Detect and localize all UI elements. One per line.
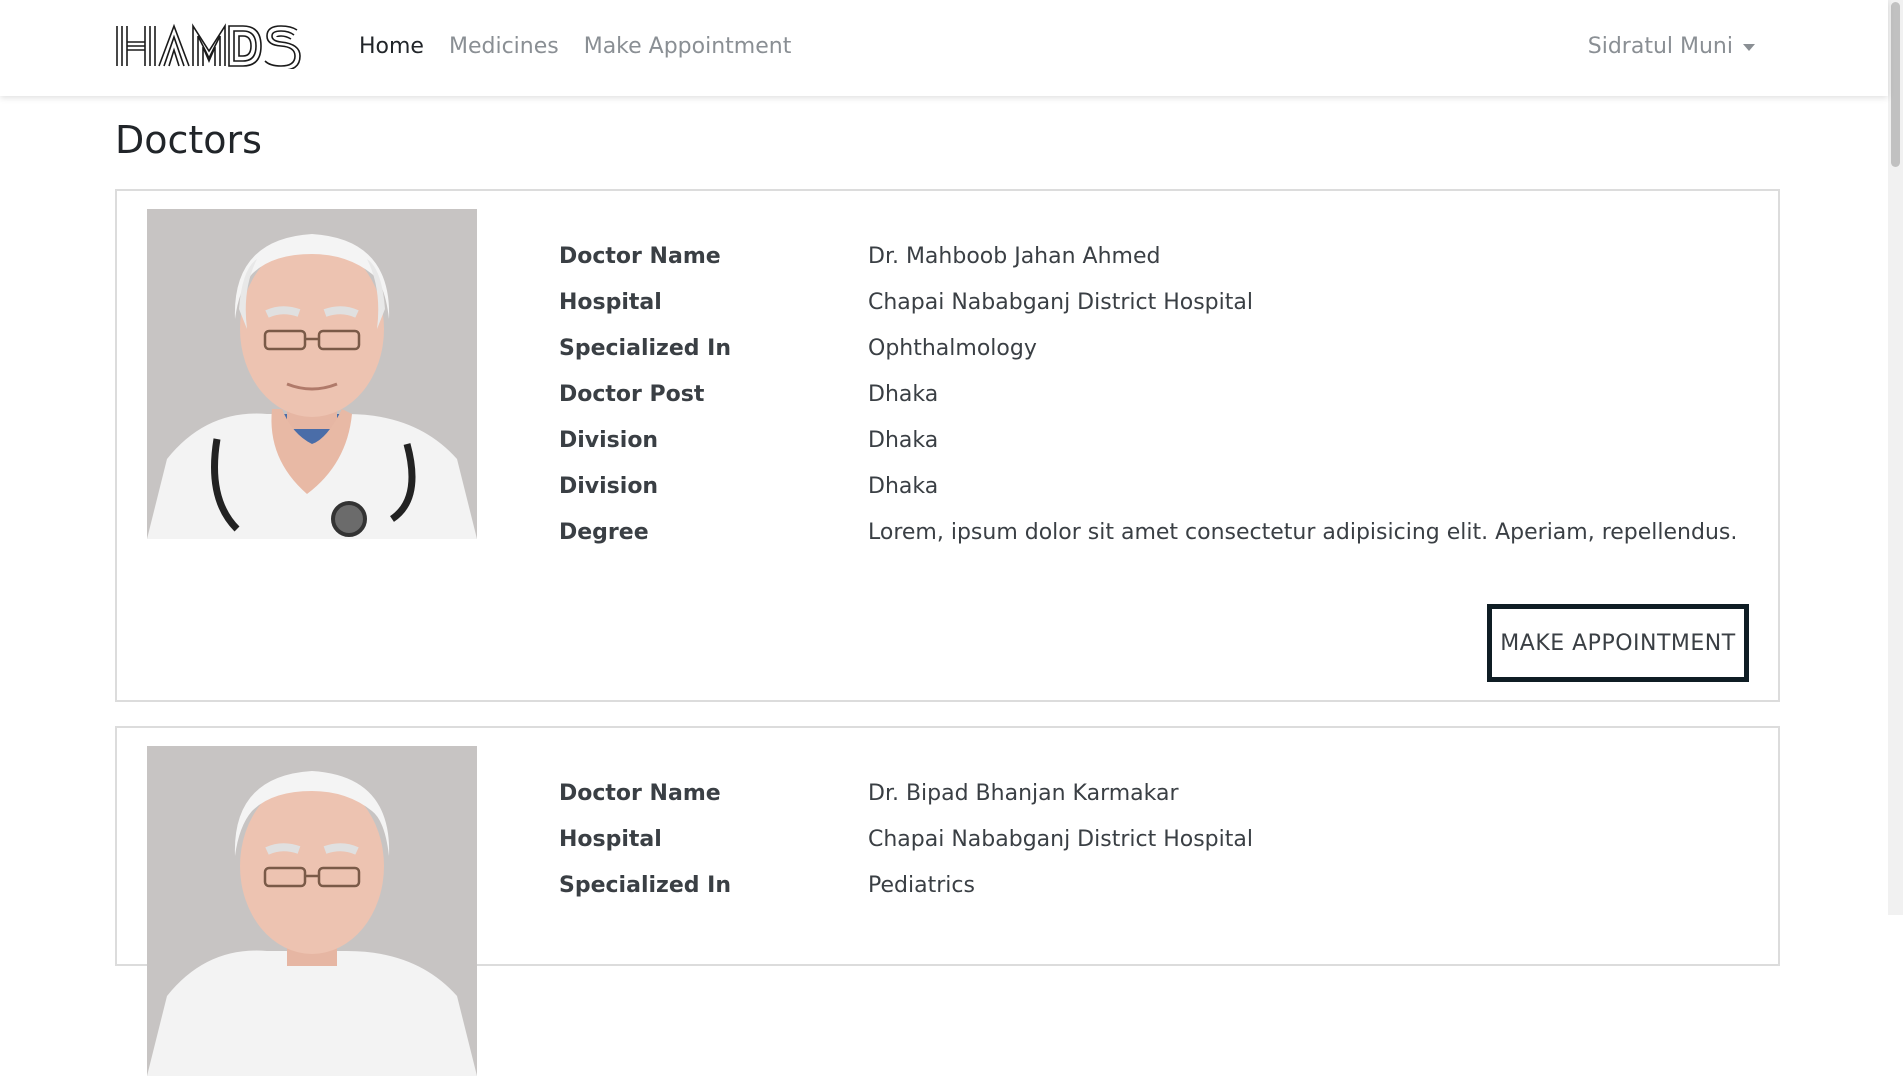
info-label: Division: [559, 428, 659, 453]
doctor-card: Doctor Name Dr. Bipad Bhanjan Karmakar H…: [115, 726, 1780, 1076]
hospital-value: Chapai Nababganj District Hospital: [868, 827, 1253, 852]
doctor-card: Doctor Name Dr. Mahboob Jahan Ahmed Hosp…: [115, 189, 1780, 702]
scrollbar[interactable]: [1888, 0, 1903, 915]
doctor-name-row: Doctor Name Dr. Bipad Bhanjan Karmakar: [559, 781, 1179, 806]
info-label: Hospital: [559, 290, 662, 315]
top-navbar: Home Medicines Make Appointment Sidratul…: [0, 0, 1888, 96]
info-label: Doctor Name: [559, 781, 721, 806]
specialized-in-row: Specialized In Ophthalmology: [559, 336, 1037, 361]
doctor-photo: [147, 209, 477, 539]
specialty-value: Pediatrics: [868, 873, 975, 898]
doctor-name-value: Dr. Bipad Bhanjan Karmakar: [868, 781, 1179, 806]
info-label: Degree: [559, 520, 649, 545]
user-name: Sidratul Muni: [1587, 34, 1733, 59]
info-label: Division: [559, 474, 659, 499]
caret-down-icon: [1743, 44, 1755, 51]
doctor-post-row: Doctor Post Dhaka: [559, 382, 938, 407]
info-label: Doctor Name: [559, 244, 721, 269]
nav-home-link[interactable]: Home: [359, 34, 424, 59]
hospital-row: Hospital Chapai Nababganj District Hospi…: [559, 827, 1253, 852]
user-dropdown[interactable]: Sidratul Muni: [1588, 34, 1755, 59]
division-row: Division Dhaka: [559, 474, 938, 499]
hamds-logo[interactable]: [115, 23, 322, 71]
division-row: Division Dhaka: [559, 428, 938, 453]
make-appointment-button[interactable]: MAKE APPOINTMENT: [1487, 604, 1749, 682]
division-value: Dhaka: [868, 474, 939, 499]
division-value: Dhaka: [868, 428, 939, 453]
degree-value: Lorem, ipsum dolor sit amet consectetur …: [868, 520, 1738, 545]
doctor-name-value: Dr. Mahboob Jahan Ahmed: [868, 244, 1161, 269]
info-label: Doctor Post: [559, 382, 705, 407]
info-label: Specialized In: [559, 873, 732, 898]
nav-make-appointment-link[interactable]: Make Appointment: [584, 34, 792, 59]
info-label: Hospital: [559, 827, 662, 852]
doctor-post-value: Dhaka: [868, 382, 939, 407]
page-title: Doctors: [115, 118, 262, 162]
hospital-row: Hospital Chapai Nababganj District Hospi…: [559, 290, 1253, 315]
degree-row: Degree Lorem, ipsum dolor sit amet conse…: [559, 520, 1737, 545]
specialty-value: Ophthalmology: [868, 336, 1037, 361]
doctor-photo: [147, 746, 477, 1076]
doctor-name-row: Doctor Name Dr. Mahboob Jahan Ahmed: [559, 244, 1160, 269]
scrollbar-thumb[interactable]: [1891, 2, 1900, 167]
hospital-value: Chapai Nababganj District Hospital: [868, 290, 1253, 315]
specialized-in-row: Specialized In Pediatrics: [559, 873, 975, 898]
nav-medicines-link[interactable]: Medicines: [449, 34, 559, 59]
info-label: Specialized In: [559, 336, 732, 361]
